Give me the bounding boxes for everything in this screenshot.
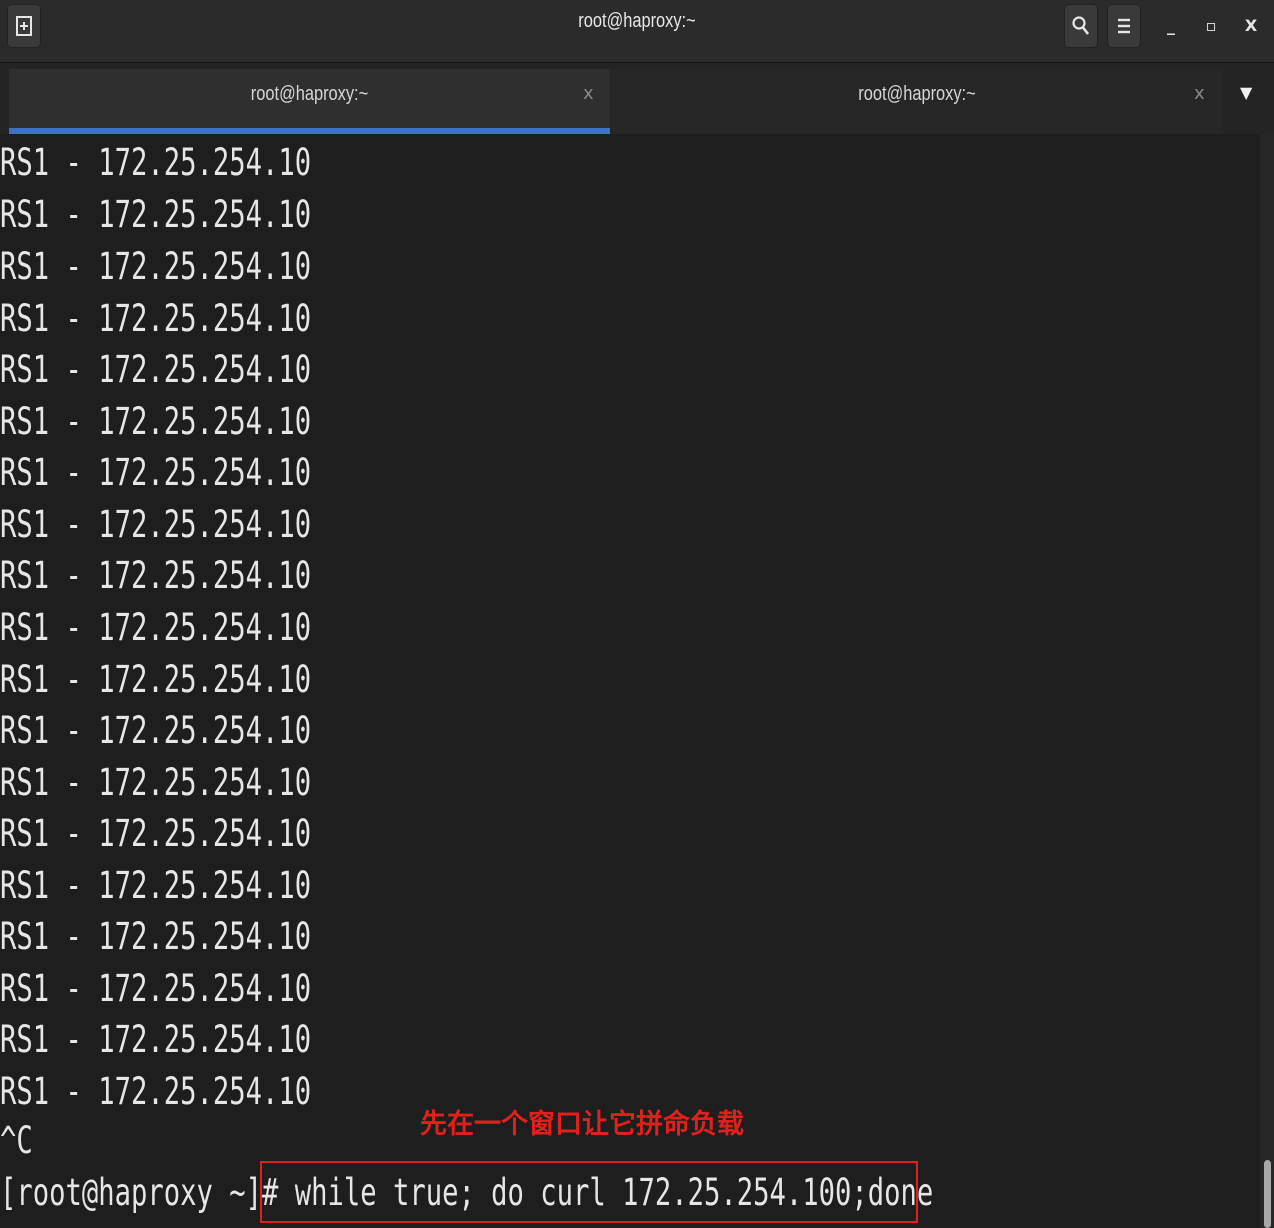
terminal-line: RS1 - 172.25.254.10 [0, 761, 312, 804]
terminal-line: RS1 - 172.25.254.10 [0, 503, 312, 546]
chevron-down-icon[interactable]: ▼ [1240, 83, 1252, 102]
search-icon [1072, 16, 1090, 35]
terminal-line: RS1 - 172.25.254.10 [0, 1018, 312, 1061]
terminal-line: RS1 - 172.25.254.10 [0, 967, 312, 1010]
terminal-line: RS1 - 172.25.254.10 [0, 297, 312, 340]
menu-button[interactable] [1107, 4, 1141, 48]
hamburger-menu-icon [1118, 18, 1130, 34]
terminal-line: RS1 - 172.25.254.10 [0, 709, 312, 752]
terminal-line: RS1 - 172.25.254.10 [0, 606, 312, 649]
terminal-line: RS1 - 172.25.254.10 [0, 193, 312, 236]
terminal-line: RS1 - 172.25.254.10 [0, 658, 312, 701]
terminal-line: RS1 - 172.25.254.10 [0, 915, 312, 958]
terminal-line: RS1 - 172.25.254.10 [0, 812, 312, 855]
new-tab-icon [16, 16, 32, 36]
annotation-label: 先在一个窗口让它拼命负载 [420, 1109, 744, 1140]
terminal-line: RS1 - 172.25.254.10 [0, 554, 312, 597]
terminal-line: RS1 - 172.25.254.10 [0, 348, 312, 391]
minimize-button[interactable]: _ [1156, 10, 1186, 40]
terminal-scrollbar[interactable] [1260, 134, 1274, 1228]
scrollbar-thumb[interactable] [1264, 1160, 1271, 1228]
tab-2-label: root@haproxy:~ [858, 83, 976, 105]
window-title: root@haproxy:~ [578, 10, 696, 32]
search-button[interactable] [1064, 4, 1098, 48]
terminal-line: RS1 - 172.25.254.10 [0, 451, 312, 494]
terminal-prompt: [root@haproxy ~]# [0, 1171, 295, 1214]
tab-2-close-icon[interactable]: x [1194, 83, 1205, 104]
terminal-line: RS1 - 172.25.254.10 [0, 1070, 312, 1113]
terminal-line: RS1 - 172.25.254.10 [0, 245, 312, 288]
tab-1-label: root@haproxy:~ [250, 83, 369, 105]
new-tab-button[interactable] [7, 4, 41, 48]
terminal-line: RS1 - 172.25.254.10 [0, 400, 312, 443]
tab-bar: root@haproxy:~ x root@haproxy:~ x ▼ [0, 63, 1274, 134]
maximize-button[interactable]: ▫ [1196, 10, 1226, 40]
terminal-line: RS1 - 172.25.254.10 [0, 141, 312, 184]
tab-1-close-icon[interactable]: x [583, 83, 594, 104]
terminal-output[interactable]: RS1 - 172.25.254.10 RS1 - 172.25.254.10 … [0, 134, 1260, 1228]
close-window-button[interactable]: X [1236, 10, 1266, 40]
annotation-highlight-box [260, 1161, 918, 1223]
header-bar: root@haproxy:~ _ ▫ X [0, 0, 1274, 63]
terminal-line: ^C [0, 1119, 33, 1162]
tab-2[interactable]: root@haproxy:~ x [612, 69, 1222, 134]
terminal-line: RS1 - 172.25.254.10 [0, 864, 312, 907]
tab-1[interactable]: root@haproxy:~ x [9, 69, 610, 134]
